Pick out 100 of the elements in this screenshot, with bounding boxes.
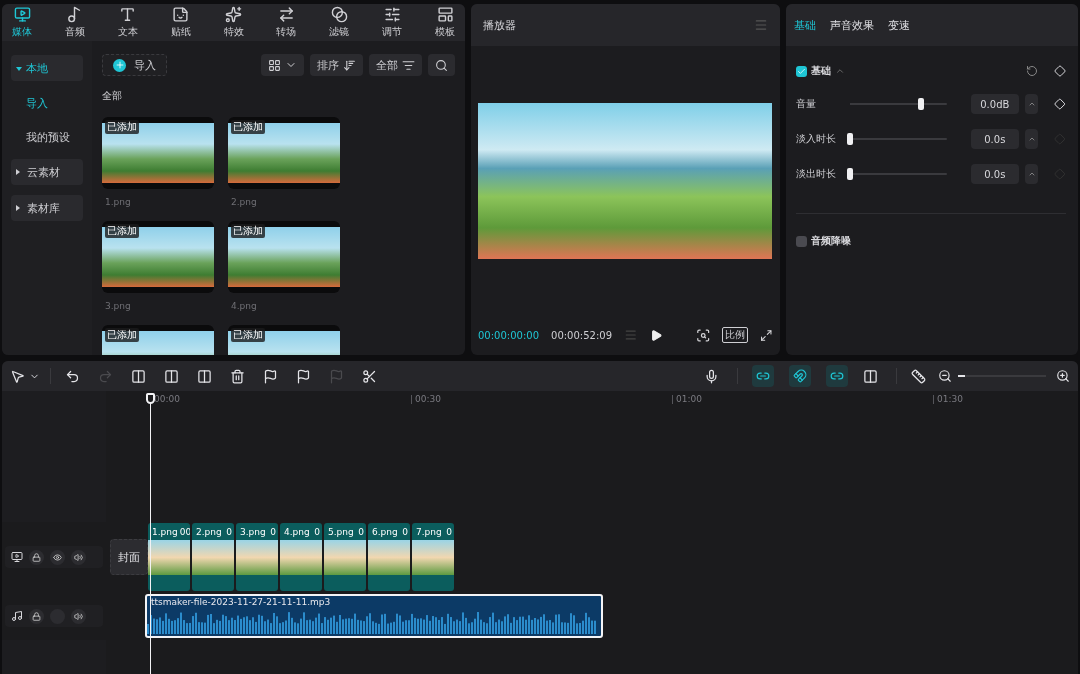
checkbox[interactable] (796, 235, 807, 247)
sort-button[interactable]: 排序 (310, 54, 363, 76)
slider-thumb[interactable] (847, 133, 854, 145)
transition-icon (277, 6, 295, 23)
media-thumbnail[interactable]: 已添加 (102, 117, 214, 189)
added-badge: 已添加 (105, 328, 139, 342)
speaker-icon[interactable] (71, 549, 86, 565)
image-placeholder (148, 540, 190, 575)
fullscreen-icon[interactable] (760, 328, 773, 342)
ruler-icon[interactable] (911, 368, 926, 384)
eye-icon[interactable] (50, 549, 65, 565)
checkbox[interactable] (796, 65, 807, 77)
added-badge: 已添加 (231, 120, 265, 134)
video-clip[interactable]: 3.png 0 (236, 523, 278, 591)
media-thumbnail[interactable]: 已添加 (228, 325, 340, 355)
filter-icon (402, 58, 415, 72)
search-button[interactable] (428, 54, 455, 76)
video-clip[interactable]: 6.png 0 (368, 523, 410, 591)
added-badge: 已添加 (105, 224, 139, 238)
zoom-icon[interactable] (696, 327, 711, 343)
slider-label: 淡出时长 (796, 167, 837, 181)
video-clip[interactable]: 7.png 0 (412, 523, 454, 591)
property-tab[interactable]: 变速 (888, 17, 920, 33)
property-tab[interactable]: 基础 (794, 17, 826, 33)
video-clip[interactable]: 1.png 00 (148, 523, 190, 591)
video-clip[interactable]: 5.png 0 (324, 523, 366, 591)
zoom-in-icon[interactable] (1056, 369, 1070, 383)
video-clip[interactable]: 4.png 0 (280, 523, 322, 591)
media-thumbnail[interactable]: 已添加 (102, 325, 214, 355)
media-tab[interactable]: 调节 (376, 4, 409, 41)
video-clip[interactable]: 2.png 0 (192, 523, 234, 591)
media-tab[interactable]: 转场 (270, 4, 303, 41)
cover-button[interactable]: 封面 (110, 539, 148, 575)
import-button[interactable]: 导入 (102, 54, 167, 76)
sort-icon (343, 58, 356, 72)
zoom-out-icon[interactable] (938, 369, 952, 383)
value-field[interactable]: 0.0dB (970, 94, 1019, 114)
media-tab[interactable]: 音频 (58, 4, 91, 41)
clip-duration: 0 (402, 526, 408, 537)
cut-audio-icon[interactable] (362, 368, 377, 384)
link-toggle[interactable] (826, 365, 848, 387)
media-tab[interactable]: 特效 (217, 4, 250, 41)
reset-icon[interactable] (1026, 65, 1038, 77)
section-title: 全部 (102, 89, 123, 103)
slider-thumb[interactable] (917, 98, 924, 110)
speaker-icon[interactable] (71, 608, 86, 624)
effects-icon (225, 6, 242, 23)
added-badge: 已添加 (231, 328, 265, 342)
microphone-icon[interactable] (704, 368, 719, 384)
lock-icon[interactable] (29, 608, 44, 624)
clip-label: 5.png (328, 526, 354, 537)
image-placeholder (368, 540, 410, 575)
checkbox-label: 音频降噪 (811, 234, 851, 248)
sidebar-item[interactable]: 云素材 (11, 159, 83, 185)
view-button[interactable] (261, 54, 304, 76)
property-tab[interactable]: 声音效果 (830, 17, 884, 33)
delete-icon[interactable] (230, 368, 245, 384)
media-tab[interactable]: 模板 (429, 4, 461, 41)
clip-label: 2.png (196, 526, 222, 537)
slider-label: 淡入时长 (796, 132, 837, 146)
split-icon[interactable] (131, 368, 146, 384)
marker-icon[interactable] (296, 368, 311, 384)
filter-button[interactable]: 全部 (369, 54, 422, 76)
main-track-toggle[interactable] (752, 365, 774, 387)
media-thumbnail[interactable]: 已添加 (228, 221, 340, 293)
pointer-icon[interactable] (10, 368, 25, 384)
added-badge: 已添加 (231, 224, 265, 238)
sidebar-item[interactable]: 导入 (11, 91, 83, 115)
image-placeholder (280, 540, 322, 575)
snap-toggle[interactable] (789, 365, 811, 387)
media-thumbnail[interactable]: 已添加 (102, 221, 214, 293)
clip-label: 3.png (240, 526, 266, 537)
ratio-button[interactable]: 比例 (722, 327, 749, 343)
slider-thumb[interactable] (847, 168, 854, 180)
video-icon (11, 551, 23, 563)
grid-icon (268, 58, 281, 72)
audio-clip[interactable]: ttsmaker-file-2023-11-27-21-11-11.mp3 (145, 594, 603, 638)
value-field[interactable]: 0.0s (970, 164, 1019, 184)
sidebar-item[interactable]: 素材库 (11, 195, 83, 221)
media-tab[interactable]: 媒体 (6, 4, 38, 41)
sidebar-item[interactable]: 本地 (11, 55, 83, 81)
link-icon (830, 369, 844, 383)
media-tab[interactable]: 滤镜 (323, 4, 356, 41)
media-tab[interactable]: 贴纸 (164, 4, 197, 41)
current-time: 00:00:00:00 (478, 329, 539, 341)
split-icon[interactable] (863, 368, 878, 384)
undo-icon[interactable] (65, 368, 80, 384)
clip-label: 4.png (284, 526, 310, 537)
music-icon (11, 610, 23, 622)
sidebar-item[interactable]: 我的预设 (11, 125, 83, 149)
file-name: 3.png (104, 301, 132, 313)
filter-icon (330, 6, 348, 23)
lock-icon[interactable] (29, 549, 44, 565)
media-icon (13, 6, 31, 23)
play-icon[interactable] (649, 328, 663, 342)
media-tab[interactable]: 文本 (111, 4, 144, 41)
media-thumbnail[interactable]: 已添加 (228, 117, 340, 189)
value-field[interactable]: 0.0s (970, 129, 1019, 149)
slider-label: 音量 (796, 97, 817, 111)
snap-icon (793, 369, 807, 383)
